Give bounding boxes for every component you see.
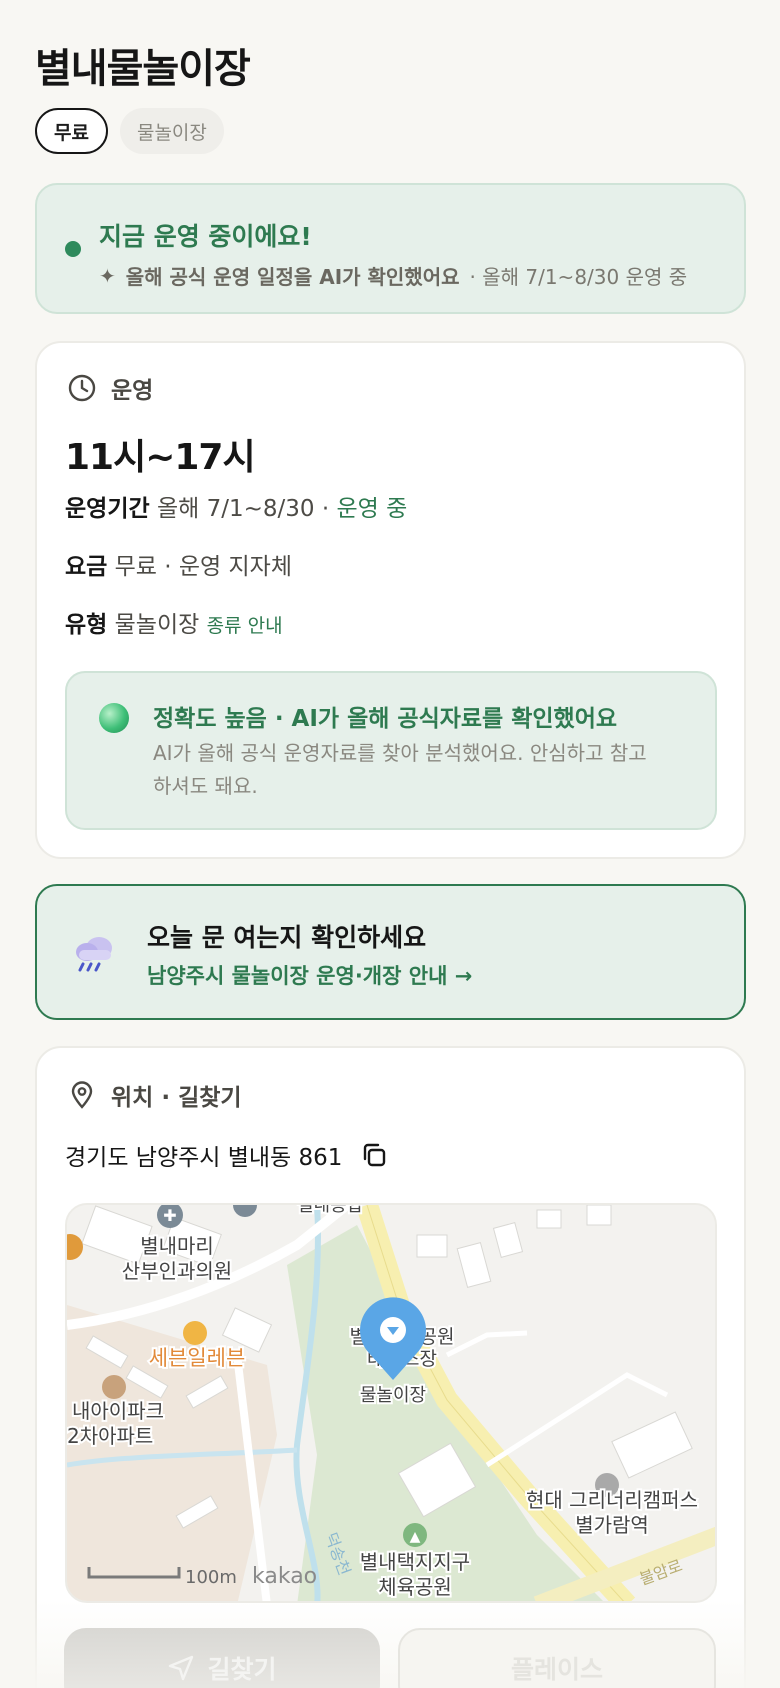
type-label: 유형: [65, 612, 108, 638]
type-row: 유형 물놀이장 종류 안내: [65, 605, 283, 639]
chip-free[interactable]: 무료: [35, 108, 108, 154]
operating-hours: 11시~17시: [65, 437, 256, 478]
place-label: 플레이스: [510, 1655, 603, 1684]
period-row: 운영기간 올해 7/1~8/30 · 운영 중: [65, 489, 407, 523]
map-label-campus: 현대 그리너리캠퍼스: [526, 1488, 698, 1512]
map-pin-label: 물놀이장: [360, 1385, 426, 1406]
page-title: 별내물놀이장: [35, 46, 251, 92]
fee-label: 요금: [65, 554, 108, 580]
svg-text:▲: ▲: [410, 1529, 421, 1545]
map-scale: 100m: [185, 1567, 237, 1588]
status-sub-rest: · 올해 7/1~8/30 운영 중: [469, 265, 688, 289]
operation-card: 운영 11시~17시 운영기간 올해 7/1~8/30 · 운영 중 요금 무료…: [35, 341, 746, 859]
svg-text:체육공원: 체육공원: [378, 1575, 452, 1599]
tag-chips: 무료 물놀이장: [35, 108, 224, 154]
svg-text:산부인과의원: 산부인과의원: [122, 1259, 232, 1283]
fee-value: 무료 · 운영 지자체: [114, 554, 293, 580]
open-check-banner[interactable]: 오늘 문 여는지 확인하세요 남양주시 물놀이장 운영·개장 안내 →: [35, 884, 746, 1020]
accuracy-box: 정확도 높음 · AI가 올해 공식자료를 확인했어요 AI가 올해 공식 운영…: [65, 671, 717, 830]
address-row: 경기도 남양주시 별내동 861: [65, 1138, 388, 1172]
location-card: 위치 · 길찾기 경기도 남양주시 별내동 861 ✚ ▲ 별내마리 산부인과의…: [35, 1046, 746, 1688]
period-label: 운영기간: [65, 496, 150, 522]
navigation-arrow-icon: [169, 1655, 194, 1681]
location-heading: 위치 · 길찾기: [111, 1085, 242, 1111]
map-pin-icon: [71, 1081, 93, 1109]
svg-text:✚: ✚: [163, 1206, 176, 1225]
svg-text:2차아파트: 2차아파트: [67, 1424, 153, 1448]
open-check-title: 오늘 문 여는지 확인하세요: [147, 923, 427, 952]
fee-row: 요금 무료 · 운영 지자체: [65, 547, 292, 581]
clock-icon: [68, 374, 96, 402]
status-banner: 지금 운영 중이에요! ✦ 올해 공식 운영 일정을 AI가 확인했어요 · 올…: [35, 183, 746, 314]
status-subtitle: ✦ 올해 공식 운영 일정을 AI가 확인했어요 · 올해 7/1~8/30 운…: [99, 261, 687, 290]
location-header: 위치 · 길찾기: [67, 1078, 242, 1112]
svg-text:별가람역: 별가람역: [575, 1513, 649, 1537]
map-brand: kakao: [252, 1564, 317, 1589]
status-sub-bold: 올해 공식 운영 일정을 AI가 확인했어요: [125, 265, 460, 289]
map-label-sports: 별내택지지구: [360, 1550, 470, 1574]
rain-cloud-icon: [76, 937, 112, 972]
type-guide-link[interactable]: 종류 안내: [207, 615, 283, 637]
address-text: 경기도 남양주시 별내동 861: [65, 1145, 343, 1171]
open-check-link[interactable]: 남양주시 물놀이장 운영·개장 안내 →: [147, 960, 472, 990]
location-map[interactable]: ✚ ▲ 별내마리 산부인과의원 내아이파크 2차아파트 별내근린공원 테니스장 …: [65, 1203, 717, 1603]
map-label-store: 세븐일레븐: [149, 1346, 246, 1370]
operation-header: 운영: [67, 371, 153, 405]
copy-icon[interactable]: [360, 1141, 388, 1169]
place-button[interactable]: 플레이스: [398, 1628, 716, 1688]
map-label-clinic: 별내마리: [140, 1234, 214, 1258]
accuracy-orb-icon: [99, 703, 129, 733]
accuracy-description: AI가 올해 공식 운영자료를 찾아 분석했어요. 안심하고 참고하셔도 돼요.: [153, 741, 647, 798]
type-value: 물놀이장: [114, 612, 200, 638]
directions-button[interactable]: 길찾기: [64, 1628, 380, 1688]
operation-heading: 운영: [111, 378, 154, 404]
chip-type[interactable]: 물놀이장: [119, 108, 224, 154]
status-dot: [65, 241, 81, 257]
status-title: 지금 운영 중이에요!: [99, 222, 312, 251]
map-canvas[interactable]: ✚ ▲ 별내마리 산부인과의원 내아이파크 2차아파트 별내근린공원 테니스장 …: [67, 1205, 717, 1603]
period-value: 올해 7/1~8/30 ·: [156, 496, 330, 522]
directions-label: 길찾기: [207, 1655, 277, 1684]
sparkle-icon: ✦: [99, 263, 116, 288]
period-status: 운영 중: [336, 496, 408, 522]
map-label-apartment: 내아이파크: [72, 1399, 164, 1423]
svg-text:별내종합: 별내종합: [297, 1205, 363, 1216]
accuracy-title: 정확도 높음 · AI가 올해 공식자료를 확인했어요: [153, 706, 618, 732]
